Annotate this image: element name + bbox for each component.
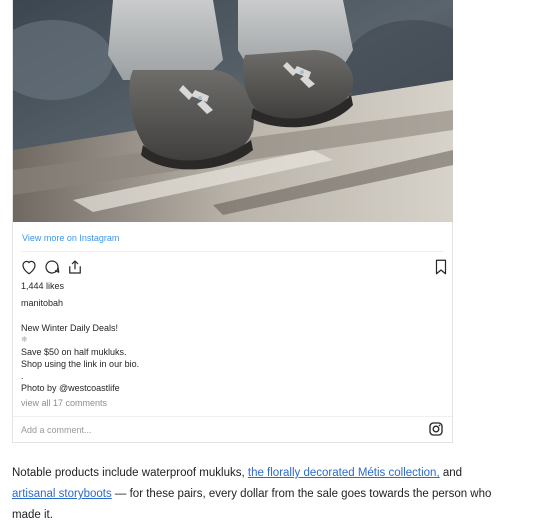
storyboots-link[interactable]: artisanal storyboots — [12, 488, 112, 500]
account-name-link[interactable]: manitobah — [21, 298, 63, 308]
photo-mukluks — [13, 0, 453, 222]
instagram-icon[interactable] — [428, 421, 444, 437]
caption-line: Photo by @westcoastlife — [21, 383, 120, 393]
comment-icon[interactable] — [43, 258, 61, 276]
metis-collection-link[interactable]: the florally decorated Métis collection, — [248, 467, 440, 479]
caption-line: New Winter Daily Deals! — [21, 323, 119, 333]
share-icon[interactable] — [66, 258, 84, 276]
add-comment-input[interactable]: Add a comment... — [21, 425, 92, 435]
divider — [13, 416, 452, 417]
bookmark-icon[interactable] — [432, 258, 450, 276]
caption-dot: . — [21, 371, 24, 381]
view-all-comments-link[interactable]: view all 17 comments — [21, 398, 107, 408]
heart-icon[interactable] — [20, 258, 38, 276]
post-actions — [20, 258, 450, 276]
article-text: Notable products include waterproof mukl… — [12, 467, 248, 479]
article-paragraph: Notable products include waterproof mukl… — [12, 463, 502, 525]
post-caption: New Winter Daily Deals! ❄ Save $50 on ha… — [21, 322, 431, 394]
view-more-instagram-link[interactable]: View more on Instagram — [22, 233, 119, 243]
post-photo[interactable] — [13, 0, 453, 222]
snowflake-emoji: ❄ — [21, 335, 28, 344]
divider — [21, 251, 444, 252]
caption-line: Save $50 on half mukluks. — [21, 347, 127, 357]
instagram-embed: View more on Instagram 1,444 likes manit… — [12, 0, 453, 443]
caption-line: Shop using the link in our bio. — [21, 359, 140, 369]
article-text: and — [439, 467, 463, 479]
likes-count: 1,444 likes — [21, 281, 65, 291]
